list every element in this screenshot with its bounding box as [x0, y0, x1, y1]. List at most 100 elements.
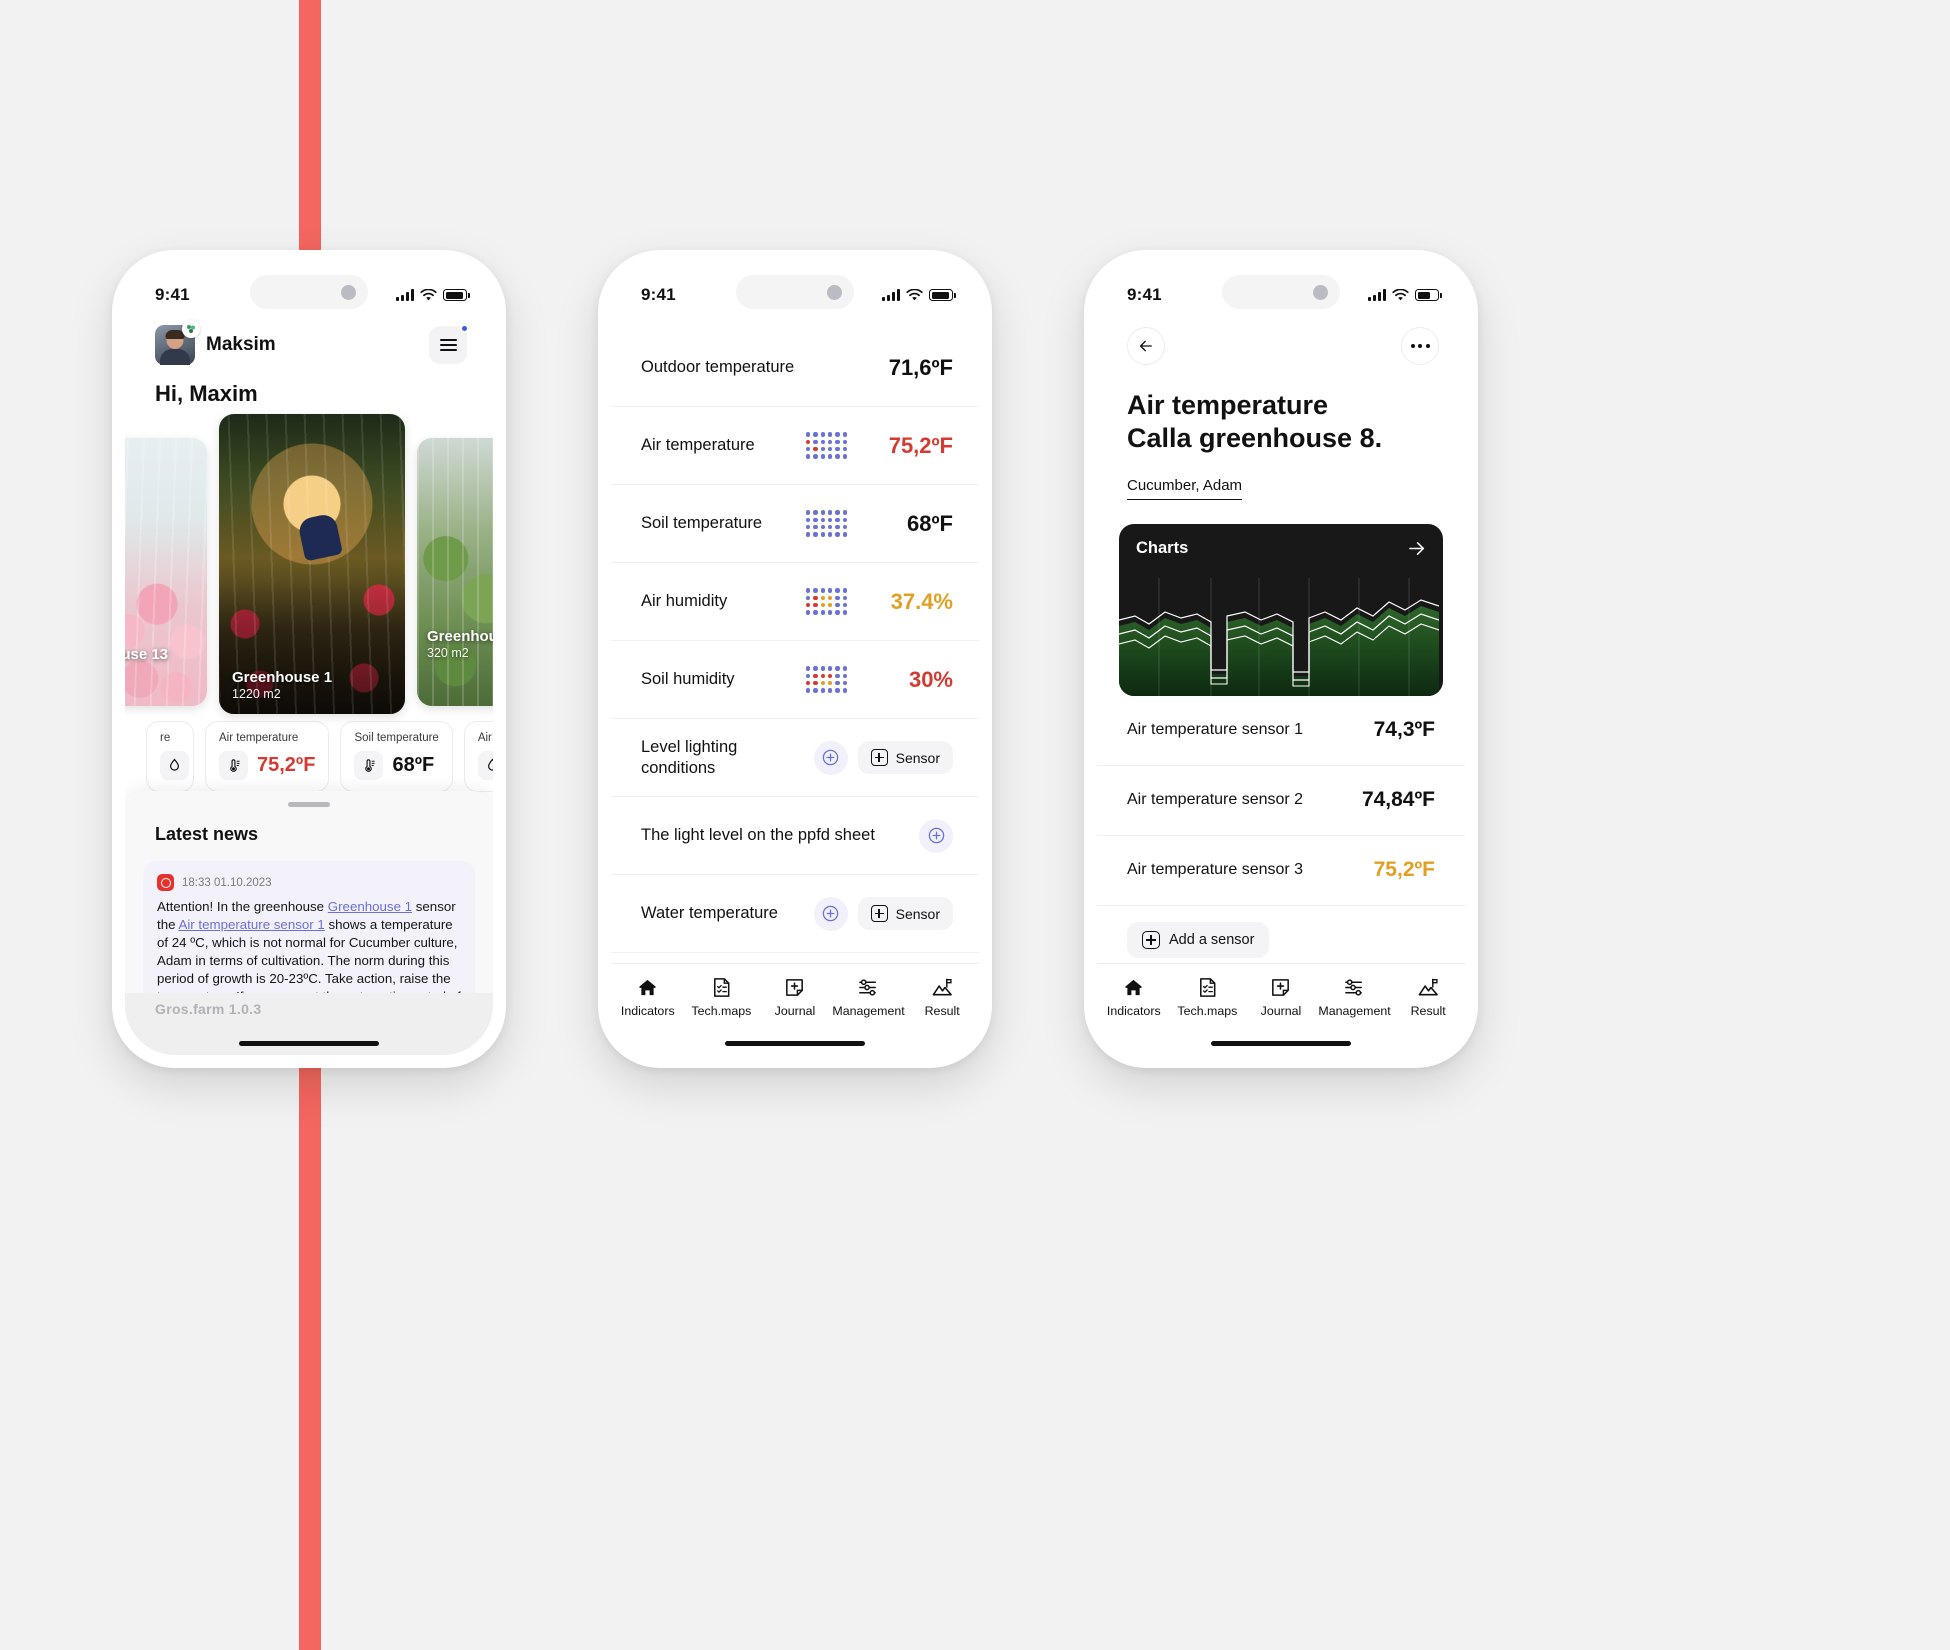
avatar[interactable] — [155, 320, 200, 365]
add-plus-icon[interactable] — [919, 818, 953, 853]
indicator-list: Outdoor temperature 71,6ºF Air temperatu… — [611, 317, 979, 1031]
wifi-icon — [1392, 288, 1409, 300]
indicator-value: 71,6ºF — [888, 354, 953, 380]
indicator-label: Soil temperature — [641, 514, 763, 533]
metric-card-soil-temperature[interactable]: Soil temperature 68ºF — [340, 721, 453, 792]
greenhouse-card[interactable]: Greenhou 320 m2 — [417, 438, 493, 706]
metric-card[interactable]: re — [146, 721, 194, 792]
tab-tech-maps[interactable]: Tech.maps — [685, 976, 759, 1018]
metric-label: Soil temperature — [354, 732, 439, 744]
signal-icon — [882, 289, 900, 301]
menu-button[interactable] — [429, 324, 469, 364]
camera-icon — [1313, 284, 1328, 300]
add-a-sensor-label: Add a sensor — [1169, 931, 1255, 948]
status-indicators — [396, 288, 470, 302]
indicator-row-outdoor-temperature[interactable]: Outdoor temperature 71,6ºF — [611, 329, 979, 407]
culture-subtitle[interactable]: Cucumber, Adam — [1127, 477, 1243, 500]
indicator-label: Air humidity — [641, 592, 728, 611]
chart-preview — [1119, 577, 1439, 696]
indicator-row-water-temperature[interactable]: Water temperature Sensor — [611, 875, 979, 953]
latest-news-sheet[interactable]: Latest news 18:33 01.10.2023 Attention! … — [125, 791, 493, 1055]
greenhouse-image — [125, 438, 207, 706]
tab-result[interactable]: Result — [905, 976, 979, 1018]
checklist-document-icon — [1199, 978, 1216, 997]
greenhouse-card-active[interactable]: Greenhouse 1 1220 m2 — [219, 414, 405, 714]
app-version: Gros.farm 1.0.3 — [155, 1001, 262, 1017]
indicator-value: 30% — [908, 666, 953, 692]
sensor-row[interactable]: Air temperature sensor 2 74,84ºF — [1097, 766, 1465, 836]
sensor-row[interactable]: Air temperature sensor 1 74,3ºF — [1097, 696, 1465, 766]
tab-management[interactable]: Management — [832, 976, 906, 1018]
indicator-label: Soil humidity — [641, 670, 735, 689]
battery-icon — [1415, 289, 1442, 301]
bottom-tab-bar[interactable]: Indicators Tech.maps Journal Management … — [611, 963, 979, 1055]
tab-management[interactable]: Management — [1318, 976, 1392, 1018]
status-time: 9:41 — [1127, 285, 1162, 304]
soil-humidity-matrix-icon — [805, 666, 847, 693]
plus-box-icon — [1142, 930, 1160, 949]
back-button[interactable] — [1127, 327, 1165, 365]
sensor-row[interactable]: Air temperature sensor 3 75,2ºF — [1097, 836, 1465, 906]
plus-box-icon — [870, 905, 888, 922]
status-indicators — [1368, 288, 1442, 302]
battery-icon — [929, 289, 956, 301]
sensor-value: 75,2ºF — [1373, 858, 1435, 882]
thermometer-icon — [219, 751, 248, 780]
greenhouse-card[interactable]: house 13 — [125, 438, 207, 706]
status-time: 9:41 — [641, 285, 676, 304]
indicator-row-air-humidity[interactable]: Air humidity 37.4% — [611, 563, 979, 641]
tab-journal[interactable]: Journal — [1244, 976, 1318, 1018]
phone-device-home: 9:41 Maksim Hi, Maxim use 13 Greenhouse … — [112, 250, 506, 1068]
note-plus-icon — [786, 979, 804, 996]
greenhouse-link[interactable]: Greenhouse 1 — [328, 899, 412, 914]
sliders-icon — [859, 979, 877, 996]
sensor-link[interactable]: Air temperature sensor 1 — [178, 917, 324, 932]
metric-label: re — [160, 732, 171, 744]
more-options-button[interactable] — [1401, 327, 1439, 365]
tab-indicators[interactable]: Indicators — [611, 976, 685, 1018]
signal-icon — [396, 289, 414, 301]
user-name: Maksim — [206, 334, 276, 355]
add-plus-icon[interactable] — [813, 740, 848, 775]
tab-indicators[interactable]: Indicators — [1097, 976, 1171, 1018]
add-sensor-label: Sensor — [895, 905, 940, 922]
note-plus-icon — [1272, 979, 1290, 996]
indicator-row-level-lighting-conditions[interactable]: Level lighting conditions Sensor — [611, 719, 979, 797]
indicator-label: Water temperature — [641, 904, 778, 923]
checklist-document-icon — [713, 978, 730, 997]
home-indicator — [239, 1041, 379, 1046]
metric-card-air-temperature[interactable]: Air temperature 75,2ºF — [205, 721, 330, 792]
tab-tech-maps[interactable]: Tech.maps — [1171, 976, 1245, 1018]
charts-card[interactable]: Charts — [1119, 523, 1443, 696]
indicator-row-air-temperature[interactable]: Air temperature 75,2ºF — [611, 407, 979, 485]
add-plus-icon[interactable] — [813, 896, 848, 931]
add-sensor-button[interactable]: Sensor — [857, 741, 953, 774]
add-sensor-button[interactable]: Sensor — [857, 897, 953, 930]
sensor-name: Air temperature sensor 1 — [1127, 721, 1304, 739]
air-temperature-matrix-icon — [805, 432, 847, 459]
tab-label: Result — [1410, 1004, 1446, 1018]
tab-result[interactable]: Result — [1391, 976, 1465, 1018]
sensor-name: Air temperature sensor 3 — [1127, 861, 1304, 879]
alert-icon — [157, 874, 174, 891]
add-a-sensor-button[interactable]: Add a sensor — [1127, 921, 1270, 958]
metric-carousel[interactable]: re Air temperature 75,2ºF Soil temperatu… — [125, 707, 493, 792]
indicator-row-soil-humidity[interactable]: Soil humidity 30% — [611, 641, 979, 719]
screen-indicators: 9:41 Outdoor temperature 71,6ºF Air temp… — [611, 263, 979, 1055]
metric-card-air-humidity[interactable]: Air humidity 37.4% — [463, 721, 493, 792]
user-profile[interactable]: Maksim — [155, 320, 276, 365]
greenhouse-carousel[interactable]: house 13 Greenhouse 1 1220 m2 Greenhou 3… — [125, 407, 493, 714]
arrow-right-icon[interactable] — [1406, 538, 1427, 559]
plus-box-icon — [870, 749, 888, 766]
bottom-tab-bar[interactable]: Indicators Tech.maps Journal Management … — [1097, 963, 1465, 1055]
indicator-label: Air temperature — [641, 436, 755, 455]
indicator-row-ppfd-light-level[interactable]: The light level on the ppfd sheet — [611, 797, 979, 875]
tab-label: Journal — [1260, 1004, 1302, 1018]
worker-figure — [296, 512, 343, 562]
indicator-row-soil-temperature[interactable]: Soil temperature 68ºF — [611, 485, 979, 563]
indicator-label: Level lighting conditions — [641, 737, 738, 777]
metric-value: 75,2ºF — [257, 754, 316, 776]
arrow-left-icon — [1139, 340, 1152, 352]
tab-journal[interactable]: Journal — [758, 976, 832, 1018]
tab-label: Management — [832, 1004, 905, 1018]
